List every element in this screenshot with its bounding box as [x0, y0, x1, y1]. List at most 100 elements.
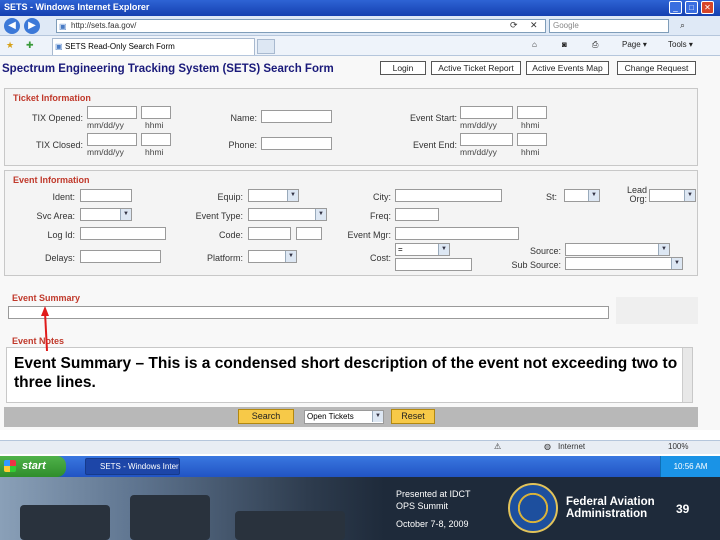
- city-label: City:: [373, 192, 391, 202]
- active-ticket-report-button[interactable]: Active Ticket Report: [431, 61, 521, 75]
- presented-line-2: OPS Summit: [396, 501, 449, 511]
- event-start-time-hint: hhmi: [521, 120, 540, 130]
- ticket-information-section: Ticket Information TIX Opened: mm/dd/yy …: [4, 88, 698, 166]
- chevron-down-icon: ▼: [671, 258, 682, 269]
- page-menu[interactable]: Page ▾: [622, 40, 647, 49]
- delays-field[interactable]: [80, 250, 161, 263]
- event-start-time-field[interactable]: [517, 106, 547, 119]
- minimize-button[interactable]: _: [669, 1, 682, 14]
- taskbar-item-browser[interactable]: SETS - Windows Inter...: [85, 458, 180, 475]
- tix-opened-time-hint: hhmi: [145, 120, 164, 130]
- phone-field[interactable]: [261, 137, 332, 150]
- tools-menu[interactable]: Tools ▾: [668, 40, 693, 49]
- callout-text: Event Summary – This is a condensed shor…: [14, 355, 678, 391]
- event-end-label: Event End:: [412, 140, 457, 150]
- ident-field[interactable]: [80, 189, 132, 202]
- page-menu-label: Page: [622, 40, 641, 49]
- clock[interactable]: 10:56 AM: [674, 462, 708, 471]
- chevron-down-icon: ▼: [285, 251, 296, 262]
- event-start-date-hint: mm/dd/yy: [460, 120, 497, 130]
- presented-date: October 7-8, 2009: [396, 519, 469, 529]
- chevron-down-icon: ▼: [658, 244, 669, 255]
- change-request-button[interactable]: Change Request: [617, 61, 696, 75]
- faa-name-line-2: Administration: [566, 508, 648, 520]
- tix-closed-date-hint: mm/dd/yy: [87, 147, 124, 157]
- refresh-icon[interactable]: ⟳: [510, 20, 518, 31]
- new-tab-button[interactable]: [257, 39, 275, 54]
- search-icon[interactable]: ⌕: [680, 20, 685, 31]
- code-suffix-field[interactable]: [296, 227, 322, 240]
- event-mgr-field[interactable]: [395, 227, 519, 240]
- svc-area-select[interactable]: ▼: [80, 208, 132, 221]
- chevron-down-icon: ▼: [120, 209, 131, 220]
- add-favorite-icon[interactable]: ✚: [26, 40, 34, 51]
- notes-scrollbar[interactable]: [682, 348, 692, 402]
- event-start-date-field[interactable]: [460, 106, 513, 119]
- start-button[interactable]: start: [0, 456, 66, 477]
- print-icon[interactable]: ⎙: [592, 40, 598, 50]
- page-content: Spectrum Engineering Tracking System (SE…: [0, 56, 720, 430]
- feeds-icon[interactable]: ◙: [562, 40, 567, 49]
- code-label: Code:: [218, 230, 243, 240]
- taskbar: start SETS - Windows Inter... 10:56 AM: [0, 456, 720, 477]
- event-summary-callout: Event Summary – This is a condensed shor…: [6, 347, 693, 403]
- city-field[interactable]: [395, 189, 502, 202]
- event-notes-heading: Event Notes: [12, 336, 65, 346]
- home-icon[interactable]: ⌂: [532, 40, 537, 49]
- freq-field[interactable]: [395, 208, 439, 221]
- search-button[interactable]: Search: [238, 409, 294, 424]
- slide-page-number: 39: [676, 502, 690, 516]
- chevron-down-icon: ▼: [372, 411, 383, 422]
- source-select[interactable]: ▼: [565, 243, 670, 256]
- forward-button[interactable]: ▶: [24, 18, 40, 34]
- address-bar: ◀ ▶ ▣ http://sets.faa.gov/ ⟳ ✕ Google ⌕: [0, 16, 720, 36]
- close-window-button[interactable]: ✕: [701, 1, 714, 14]
- event-end-date-hint: mm/dd/yy: [460, 147, 497, 157]
- st-select[interactable]: ▼: [564, 189, 600, 202]
- sub-source-select[interactable]: ▼: [565, 257, 683, 270]
- reset-button[interactable]: Reset: [391, 409, 435, 424]
- event-end-date-field[interactable]: [460, 133, 513, 146]
- event-summary-heading: Event Summary: [12, 293, 81, 303]
- cost-operator-value: =: [398, 245, 403, 254]
- tix-opened-time-field[interactable]: [141, 106, 171, 119]
- code-field[interactable]: [248, 227, 291, 240]
- platform-select[interactable]: ▼: [248, 250, 297, 263]
- event-end-time-field[interactable]: [517, 133, 547, 146]
- maximize-button[interactable]: □: [685, 1, 698, 14]
- tix-closed-date-field[interactable]: [87, 133, 137, 146]
- window-title: SETS - Windows Internet Explorer: [4, 2, 150, 12]
- url-field[interactable]: ▣ http://sets.faa.gov/: [56, 19, 546, 33]
- active-events-map-button[interactable]: Active Events Map: [526, 61, 609, 75]
- back-button[interactable]: ◀: [4, 18, 20, 34]
- cost-field[interactable]: [395, 258, 472, 271]
- faa-name-line-1: Federal Aviation: [566, 496, 655, 508]
- st-label: St:: [545, 192, 557, 202]
- tools-menu-label: Tools: [668, 40, 687, 49]
- lead-org-label: Lead Org:: [626, 185, 647, 204]
- tab-title: SETS Read-Only Search Form: [65, 42, 175, 51]
- name-field[interactable]: [261, 110, 332, 123]
- stop-icon[interactable]: ✕: [530, 20, 538, 31]
- browser-tab[interactable]: ▣ SETS Read-Only Search Form: [52, 38, 255, 55]
- control-room-photo: [0, 477, 385, 540]
- favorites-star-icon[interactable]: ★: [6, 40, 14, 51]
- chevron-down-icon: ▼: [588, 190, 599, 201]
- tix-closed-time-field[interactable]: [141, 133, 171, 146]
- equip-select[interactable]: ▼: [248, 189, 299, 202]
- lead-org-select[interactable]: ▼: [649, 189, 696, 202]
- ticket-filter-select[interactable]: Open Tickets ▼: [304, 410, 384, 424]
- tix-opened-date-field[interactable]: [87, 106, 137, 119]
- event-type-select[interactable]: ▼: [248, 208, 327, 221]
- ticket-filter-value: Open Tickets: [307, 412, 354, 421]
- log-id-field[interactable]: [80, 227, 166, 240]
- login-button[interactable]: Login: [380, 61, 426, 75]
- cost-operator-select[interactable]: = ▼: [395, 243, 450, 256]
- tab-bar: ★ ✚ ▣ SETS Read-Only Search Form ⌂ ◙ ⎙ P…: [0, 36, 720, 56]
- platform-label: Platform:: [206, 253, 243, 263]
- zoom-level[interactable]: 100%: [668, 442, 688, 451]
- search-input[interactable]: Google: [549, 19, 669, 33]
- chevron-down-icon: ▼: [438, 244, 449, 255]
- page-icon: ▣: [59, 22, 67, 31]
- event-summary-field[interactable]: [8, 306, 609, 319]
